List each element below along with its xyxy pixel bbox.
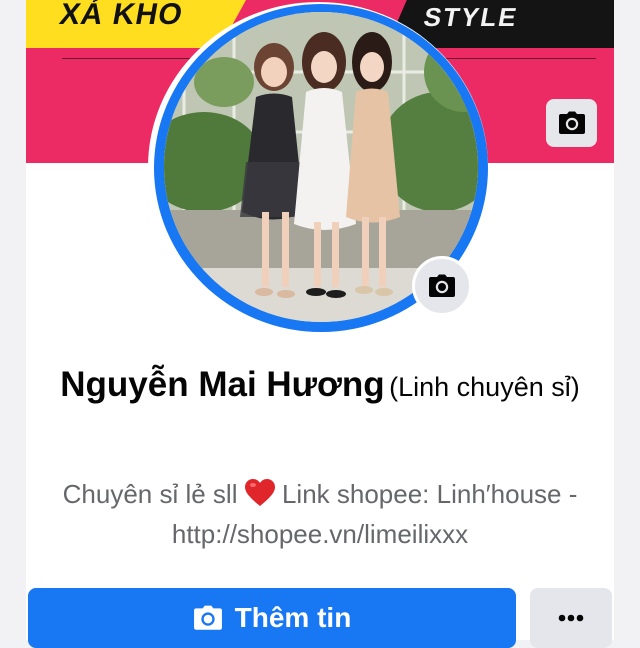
alternate-name: (Linh chuyên sỉ) xyxy=(389,372,580,402)
bio-link-label: Link shopee: Linh′house - xyxy=(281,479,578,509)
edit-cover-button[interactable] xyxy=(546,99,597,147)
profile-name: Nguyễn Mai Hương (Linh chuyên sỉ) xyxy=(30,362,610,415)
profile-bio: Chuyên sỉ lẻ sll Link shopee: Linh′house… xyxy=(30,474,610,554)
cover-banner-right-text: STYLE xyxy=(421,2,521,32)
camera-icon xyxy=(558,111,585,134)
right-gutter xyxy=(614,0,640,640)
edit-avatar-button[interactable] xyxy=(412,256,472,316)
camera-icon xyxy=(193,605,222,630)
left-gutter xyxy=(0,0,26,640)
cover-banner-left-text: XẢ KHO xyxy=(57,0,186,31)
add-story-label: Thêm tin xyxy=(234,602,352,633)
bio-text: Chuyên sỉ lẻ sll xyxy=(62,479,238,509)
heart-icon xyxy=(244,479,275,506)
bio-url[interactable]: http://shopee.vn/limeilixxx xyxy=(172,519,468,549)
full-name: Nguyễn Mai Hương xyxy=(60,365,385,404)
cover-divider xyxy=(446,58,596,59)
camera-icon xyxy=(429,274,455,297)
add-story-button[interactable]: Thêm tin xyxy=(28,588,516,648)
more-options-button[interactable] xyxy=(530,588,612,648)
more-horizontal-icon xyxy=(558,614,584,622)
